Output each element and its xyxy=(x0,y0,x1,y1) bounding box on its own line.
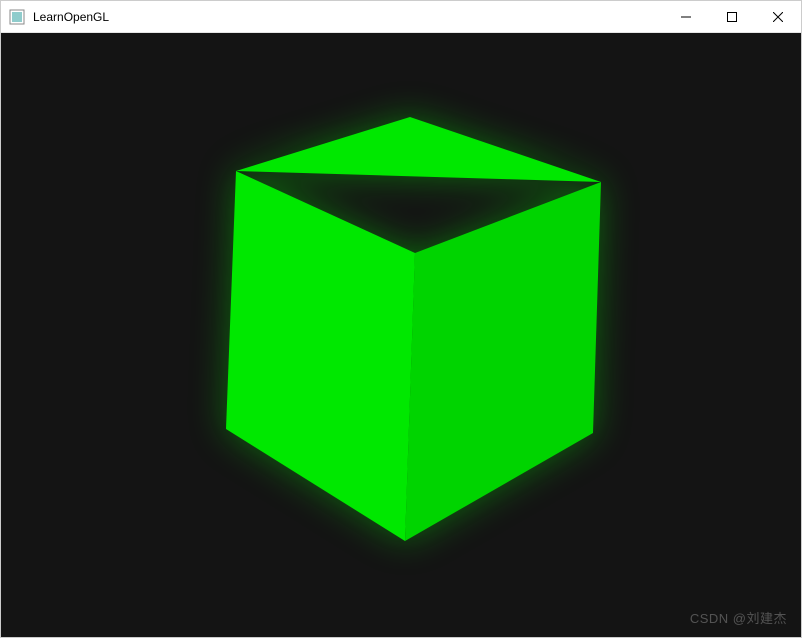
opengl-viewport: CSDN @刘建杰 xyxy=(1,33,801,637)
application-window: LearnOpenGL CSDN @刘建杰 xyxy=(0,0,802,638)
minimize-icon xyxy=(681,12,691,22)
maximize-icon xyxy=(727,12,737,22)
close-icon xyxy=(773,12,783,22)
close-button[interactable] xyxy=(755,1,801,32)
render-canvas xyxy=(1,33,801,637)
titlebar[interactable]: LearnOpenGL xyxy=(1,1,801,33)
app-icon xyxy=(9,9,25,25)
minimize-button[interactable] xyxy=(663,1,709,32)
window-title: LearnOpenGL xyxy=(33,10,109,24)
maximize-button[interactable] xyxy=(709,1,755,32)
window-controls xyxy=(663,1,801,32)
